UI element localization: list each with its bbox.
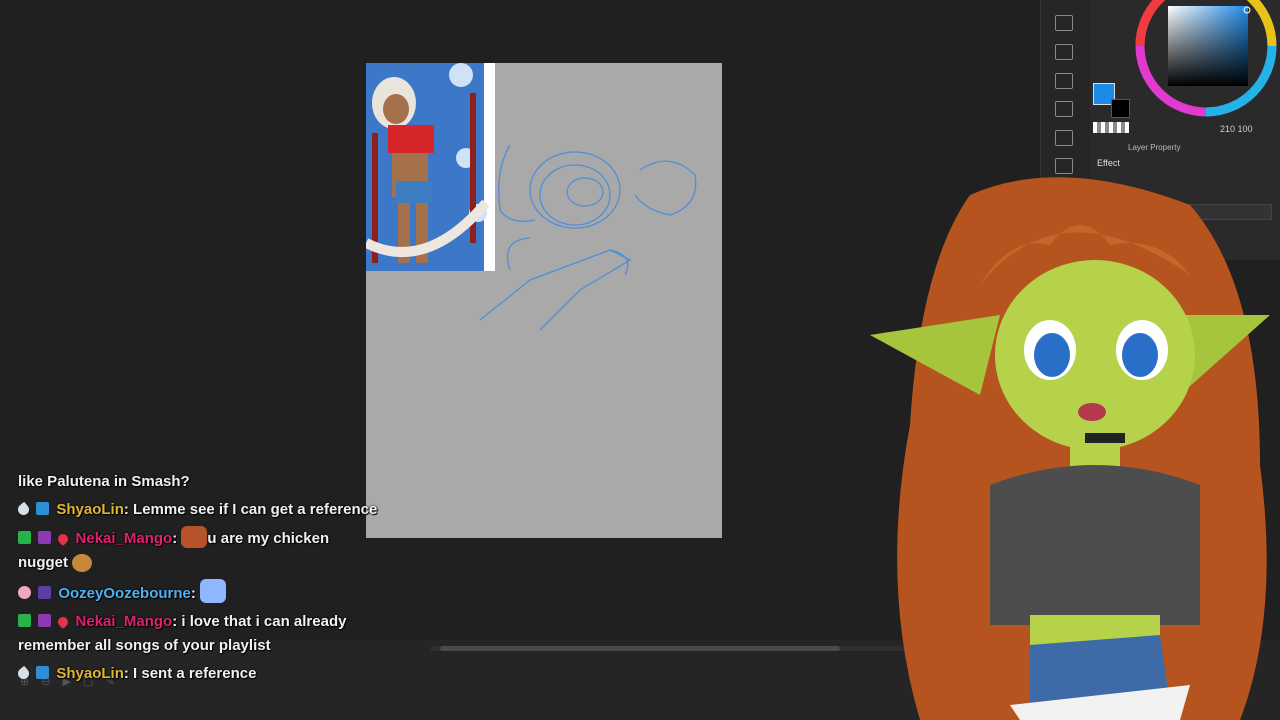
chat-message: ShyaoLin: I sent a reference	[15, 662, 378, 686]
slime-emote-icon	[200, 579, 227, 603]
layer-property-tab[interactable]: Layer Property	[1128, 143, 1180, 152]
chat-username: Nekai_Mango	[75, 530, 173, 547]
hsv-readout: 210 100	[1220, 124, 1253, 134]
grid-icon[interactable]	[1055, 101, 1073, 117]
chat-message: ShyaoLin: Lemme see if I can get a refer…	[15, 498, 378, 522]
sub-color-swatch[interactable]	[1111, 99, 1130, 118]
chat-message: OozeyOozebourne:	[18, 579, 378, 606]
page-icon[interactable]	[1055, 15, 1073, 31]
check-badge-icon	[18, 614, 31, 627]
horizontal-scrollbar-thumb[interactable]	[440, 646, 840, 651]
flower-badge-icon	[18, 586, 31, 599]
message-text-cont: nugget	[18, 554, 68, 571]
check-badge-icon	[18, 531, 31, 544]
chat-username: OozeyOozebourne	[58, 585, 191, 602]
tv-badge-icon	[36, 502, 50, 515]
rocket-badge-icon	[15, 665, 32, 682]
heart-badge-icon	[56, 531, 71, 547]
game-badge-icon	[38, 586, 52, 599]
chat-message: Nekai_Mango: i love that i can already r…	[18, 613, 347, 654]
message-text: I sent a reference	[133, 665, 257, 682]
sub-badge-icon	[38, 531, 52, 544]
blue-sketch-lines	[479, 144, 697, 331]
chat-username: ShyaoLin	[56, 665, 124, 682]
transparent-color-swatch[interactable]	[1093, 122, 1129, 133]
chat-message: like Palutena in Smash?	[18, 470, 378, 494]
folder-icon[interactable]	[1055, 73, 1073, 89]
chat-username: ShyaoLin	[56, 501, 124, 518]
message-text: like Palutena in Smash?	[18, 473, 190, 490]
tv-badge-icon	[36, 666, 50, 679]
layers-icon[interactable]	[1055, 130, 1073, 146]
message-text: u are my chicken	[207, 530, 330, 547]
chat-overlay: like Palutena in Smash? ShyaoLin: Lemme …	[15, 470, 378, 690]
layer-icon[interactable]	[1055, 44, 1073, 60]
color-wheel[interactable]	[1132, 0, 1280, 118]
message-text: Lemme see if I can get a reference	[133, 501, 378, 518]
nugget-emote-icon	[72, 554, 93, 572]
chat-username: Nekai_Mango	[75, 613, 173, 630]
rocket-badge-icon	[15, 501, 32, 518]
heart-badge-icon	[56, 614, 71, 630]
goblin-emote-icon	[181, 526, 208, 548]
vtuber-avatar	[870, 177, 1270, 720]
sub-badge-icon	[38, 614, 52, 627]
chat-message: Nekai_Mango: u are my chicken nugget	[18, 526, 378, 575]
